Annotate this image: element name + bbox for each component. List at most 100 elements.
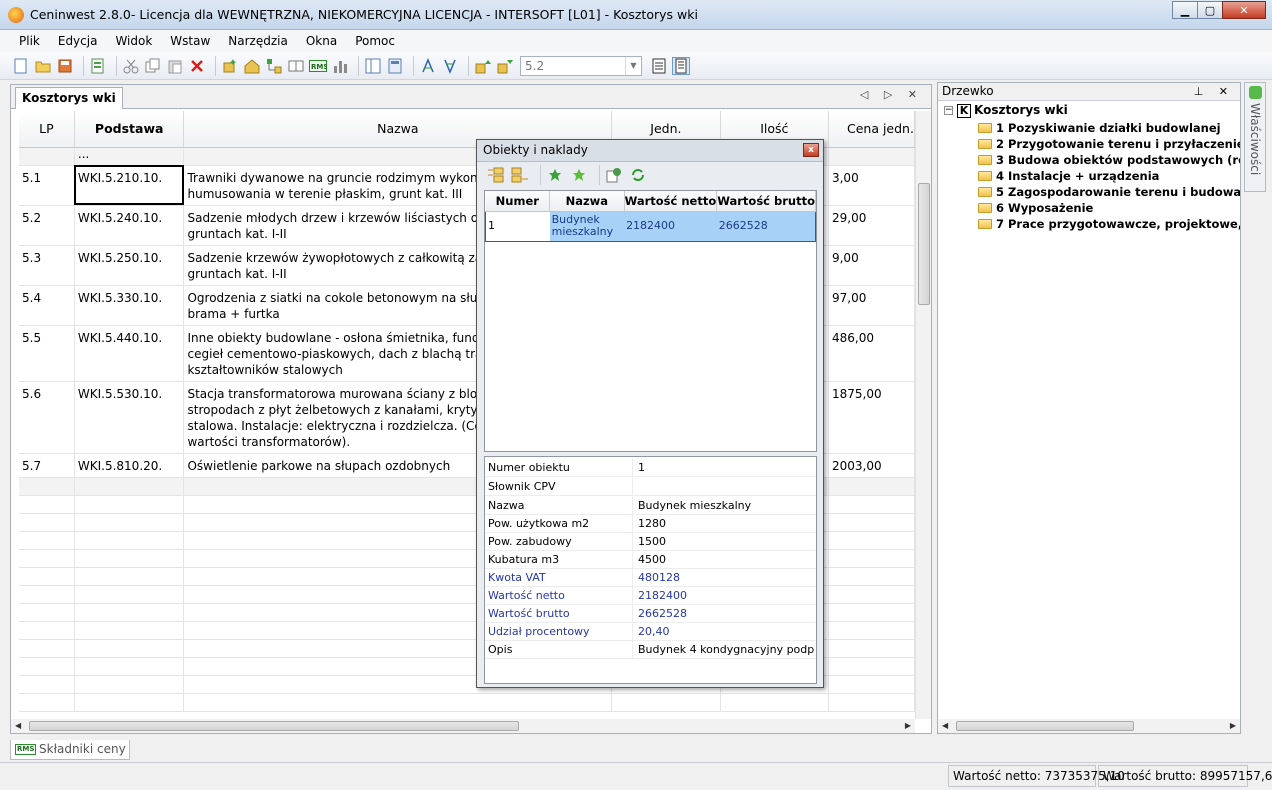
property-row[interactable]: Wartość netto 2182400: [485, 587, 816, 605]
grid-horizontal-scrollbar[interactable]: ◀ ▶: [11, 719, 915, 733]
cell-podstawa[interactable]: WKI.5.240.10.: [74, 205, 185, 246]
property-row[interactable]: Kwota VAT 480128: [485, 569, 816, 587]
property-value[interactable]: 1280: [638, 515, 814, 532]
menu-okna[interactable]: Okna: [297, 34, 346, 48]
column-header-nazwa[interactable]: Nazwa: [549, 191, 625, 212]
property-row[interactable]: Opis Budynek 4 kondygnacyjny podpiwnic: [485, 641, 816, 659]
dialog-title-bar[interactable]: Obiekty i naklady x: [477, 140, 823, 162]
cell-podstawa[interactable]: WKI.5.530.10.: [74, 381, 185, 454]
property-value[interactable]: Budynek 4 kondygnacyjny podpiwnic: [638, 641, 814, 658]
sort-desc-icon[interactable]: [441, 57, 459, 75]
table-row[interactable]: 1 Budynek mieszkalny 2182400 2662528: [484, 210, 816, 242]
tree-panel-controls[interactable]: ⊥ ✕: [1194, 83, 1234, 100]
column-header-numer[interactable]: Numer: [485, 191, 551, 212]
scroll-left-icon[interactable]: ◀: [15, 721, 21, 730]
insert-before-icon[interactable]: [487, 166, 505, 184]
column-header-podstawa[interactable]: Podstawa: [74, 111, 185, 148]
cell-podstawa[interactable]: WKI.5.810.20.: [74, 453, 185, 478]
property-row[interactable]: Kubatura m3 4500: [485, 551, 816, 569]
level-down-icon[interactable]: [496, 57, 514, 75]
grid-horizontal-scroll-thumb[interactable]: [29, 721, 519, 731]
menu-plik[interactable]: Plik: [10, 34, 49, 48]
add-group-icon[interactable]: [243, 57, 261, 75]
list-view-icon[interactable]: [650, 57, 668, 75]
add-item-icon[interactable]: [221, 57, 239, 75]
toolbar-separator: [540, 165, 541, 185]
property-row[interactable]: Numer obiektu 1: [485, 459, 816, 477]
level-up-icon[interactable]: [474, 57, 492, 75]
book-icon[interactable]: [287, 57, 305, 75]
cell-lp: 5.5: [19, 325, 75, 382]
tree-item[interactable]: 4 Instalacje + urządzenia: [978, 168, 1240, 184]
cell-podstawa[interactable]: WKI.5.210.10.: [74, 165, 185, 206]
chart-icon[interactable]: [331, 57, 349, 75]
tree-horizontal-scrollbar[interactable]: ◀ ▶: [938, 719, 1240, 733]
menu-widok[interactable]: Widok: [106, 34, 161, 48]
tree-item[interactable]: 2 Przygotowanie terenu i przyłaczenie ob…: [978, 136, 1240, 152]
tree-item[interactable]: 3 Budowa obiektów podstawowych (roboty: [978, 152, 1240, 168]
move-down-icon[interactable]: [570, 166, 588, 184]
property-row[interactable]: Słownik CPV: [485, 478, 816, 496]
maximize-button[interactable]: ▢: [1197, 1, 1223, 19]
delete-icon[interactable]: [188, 57, 206, 75]
grid-vertical-scroll-thumb[interactable]: [918, 183, 930, 305]
refresh-icon[interactable]: [629, 166, 647, 184]
paste-icon[interactable]: [166, 57, 184, 75]
cell-podstawa[interactable]: WKI.5.330.10.: [74, 285, 185, 326]
column-header-wartosc-brutto[interactable]: Wartość brutto: [716, 191, 816, 212]
property-value[interactable]: 1: [638, 459, 814, 476]
scroll-right-icon[interactable]: ▶: [905, 721, 911, 730]
cell-podstawa[interactable]: WKI.5.440.10.: [74, 325, 185, 382]
column-header-lp[interactable]: LP: [19, 111, 75, 148]
property-value[interactable]: 1500: [638, 533, 814, 550]
grid-vertical-scrollbar[interactable]: [915, 111, 931, 719]
tree-root[interactable]: − K Kosztorys wki: [944, 103, 1068, 118]
property-row[interactable]: Wartość brutto 2662528: [485, 605, 816, 623]
scroll-right-icon[interactable]: ▶: [1230, 721, 1236, 730]
close-button[interactable]: ✕: [1222, 1, 1266, 19]
column-header-wartosc-netto[interactable]: Wartość netto: [624, 191, 718, 212]
sort-asc-icon[interactable]: [419, 57, 437, 75]
open-icon[interactable]: [34, 57, 52, 75]
bottom-tab-skladniki[interactable]: RMS Składniki ceny: [10, 740, 130, 760]
detail-view-icon[interactable]: [672, 56, 690, 75]
level-combo[interactable]: 5.2 ▼: [520, 55, 642, 76]
export-icon[interactable]: [605, 166, 623, 184]
property-row[interactable]: Pow. zabudowy 1500: [485, 533, 816, 551]
collapse-icon[interactable]: −: [944, 106, 953, 115]
scroll-left-icon[interactable]: ◀: [942, 721, 948, 730]
menu-pomoc[interactable]: Pomoc: [346, 34, 404, 48]
tab-controls[interactable]: ◁ ▷ ✕: [860, 88, 923, 101]
property-value[interactable]: 4500: [638, 551, 814, 568]
copy-icon[interactable]: [144, 57, 162, 75]
tree-horizontal-scroll-thumb[interactable]: [956, 721, 1134, 731]
tab-kosztorys[interactable]: Kosztorys wki: [15, 87, 123, 109]
columns-icon[interactable]: [364, 57, 382, 75]
print-preview-icon[interactable]: [89, 57, 107, 75]
column-header-cena[interactable]: Cena jedn.: [828, 111, 915, 148]
rms-icon[interactable]: RMS: [309, 57, 327, 75]
minimize-button[interactable]: ▁: [1172, 1, 1198, 19]
properties-side-tab[interactable]: Właściwości: [1244, 82, 1266, 192]
chevron-down-icon[interactable]: ▼: [625, 56, 641, 75]
property-row[interactable]: Nazwa Budynek mieszkalny: [485, 497, 816, 515]
tree-item[interactable]: 5 Zagospodarowanie terenu i budowa obiel: [978, 184, 1240, 200]
new-icon[interactable]: [12, 57, 30, 75]
property-row[interactable]: Udział procentowy 20,40: [485, 623, 816, 641]
menu-edycja[interactable]: Edycja: [49, 34, 107, 48]
tree-item[interactable]: 7 Prace przygotowawcze, projektowe, obsł: [978, 216, 1240, 232]
menu-wstaw[interactable]: Wstaw: [161, 34, 219, 48]
cell-podstawa[interactable]: WKI.5.250.10.: [74, 245, 185, 286]
calculator-icon[interactable]: [386, 57, 404, 75]
dialog-close-button[interactable]: x: [803, 143, 819, 157]
cut-icon[interactable]: [122, 57, 140, 75]
property-value[interactable]: Budynek mieszkalny: [638, 497, 814, 514]
structure-icon[interactable]: [265, 57, 283, 75]
menu-narzedzia[interactable]: Narzędzia: [219, 34, 297, 48]
tree-item[interactable]: 6 Wyposażenie: [978, 200, 1240, 216]
insert-after-icon[interactable]: [511, 166, 529, 184]
property-row[interactable]: Pow. użytkowa m2 1280: [485, 515, 816, 533]
tree-item[interactable]: 1 Pozyskiwanie działki budowlanej: [978, 120, 1240, 136]
move-up-icon[interactable]: [546, 166, 564, 184]
save-icon[interactable]: [56, 57, 74, 75]
